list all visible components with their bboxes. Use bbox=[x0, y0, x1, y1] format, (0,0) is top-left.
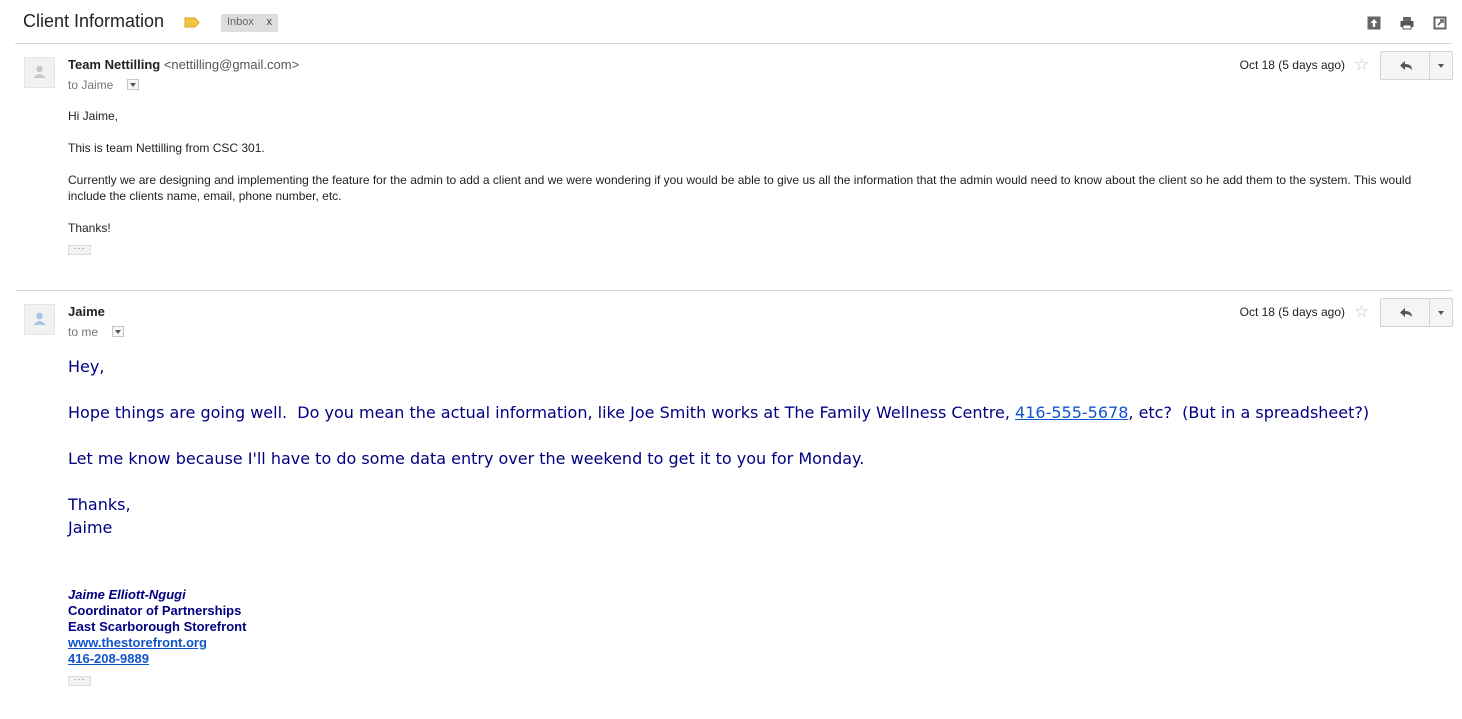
thread-subject: Client Information bbox=[23, 11, 165, 31]
phone-link[interactable]: 416-208-9889 bbox=[68, 651, 149, 666]
inbox-label-text: Inbox bbox=[227, 16, 254, 28]
signature-name: Jaime Elliott-Ngugi bbox=[68, 587, 186, 602]
star-icon[interactable]: ☆ bbox=[1354, 56, 1369, 73]
recipient-text: to Jaime bbox=[68, 78, 114, 92]
sender-name: Jaime bbox=[68, 304, 105, 319]
thread-header: Client Information Inbox x bbox=[0, 0, 1462, 44]
signature-website: www.thestorefront.org bbox=[68, 635, 207, 651]
message-body-line: Hi Jaime, bbox=[68, 109, 119, 123]
more-options-button[interactable] bbox=[1429, 51, 1453, 80]
reply-button[interactable] bbox=[1380, 298, 1431, 327]
new-window-icon[interactable] bbox=[1433, 16, 1447, 30]
message-closing: Thanks, bbox=[68, 495, 131, 514]
more-options-button[interactable] bbox=[1429, 298, 1453, 327]
avatar bbox=[24, 57, 55, 88]
inbox-label-chip: Inbox x bbox=[221, 14, 278, 32]
reply-button[interactable] bbox=[1380, 51, 1431, 80]
label-icon[interactable] bbox=[184, 17, 200, 28]
website-link[interactable]: www.thestorefront.org bbox=[68, 635, 207, 650]
star-icon[interactable]: ☆ bbox=[1354, 303, 1369, 320]
reply-arrow-icon bbox=[1400, 308, 1412, 317]
show-details-icon[interactable] bbox=[127, 79, 140, 91]
message-date[interactable]: Oct 18 (5 days ago) bbox=[1240, 305, 1345, 319]
reply-button-group bbox=[1380, 298, 1453, 327]
sender[interactable]: Team Nettilling <nettilling@gmail.com> bbox=[68, 57, 299, 72]
message-date[interactable]: Oct 18 (5 days ago) bbox=[1240, 58, 1345, 72]
show-trimmed-content-button[interactable]: ··· bbox=[68, 244, 91, 255]
phone-link[interactable]: 416-555-5678 bbox=[1015, 403, 1128, 422]
show-details-icon[interactable] bbox=[112, 326, 125, 338]
remove-label-button[interactable]: x bbox=[267, 16, 273, 28]
avatar bbox=[24, 304, 55, 335]
body-text: Hope things are going well. Do you mean … bbox=[68, 403, 1016, 422]
recipient-line: to me bbox=[68, 325, 125, 339]
message-body-line: Hope things are going well. Do you mean … bbox=[68, 401, 1369, 424]
message-greeting: Hey, bbox=[68, 357, 105, 376]
default-avatar-icon bbox=[33, 312, 46, 325]
message-body-line: This is team Nettilling from CSC 301. bbox=[68, 141, 265, 155]
default-avatar-icon bbox=[33, 65, 46, 78]
recipient-text: to me bbox=[68, 325, 99, 339]
reply-arrow-icon bbox=[1400, 61, 1412, 70]
message-body-line: Thanks! bbox=[68, 221, 111, 235]
sender[interactable]: Jaime bbox=[68, 304, 105, 319]
reply-button-group bbox=[1380, 51, 1453, 80]
signature-title: Coordinator of Partnerships bbox=[68, 603, 242, 618]
expand-all-icon[interactable] bbox=[1367, 16, 1381, 30]
signature-organization: East Scarborough Storefront bbox=[68, 619, 247, 634]
body-text: , etc? (But in a spreadsheet?) bbox=[1128, 403, 1370, 422]
recipient-line: to Jaime bbox=[68, 78, 140, 92]
message-body-paragraph: Currently we are designing and implement… bbox=[68, 173, 1412, 203]
show-trimmed-content-button[interactable]: ··· bbox=[68, 675, 91, 686]
sender-email: <nettilling@gmail.com> bbox=[163, 57, 300, 72]
signature-phone: 416-208-9889 bbox=[68, 651, 149, 667]
thread-divider bbox=[15, 43, 1452, 44]
print-icon[interactable] bbox=[1400, 16, 1414, 30]
sender-name: Team Nettilling bbox=[68, 57, 161, 72]
message-body-line: Let me know because I'll have to do some… bbox=[68, 449, 865, 468]
message-divider bbox=[15, 290, 1452, 291]
message-sign-name: Jaime bbox=[68, 518, 113, 537]
